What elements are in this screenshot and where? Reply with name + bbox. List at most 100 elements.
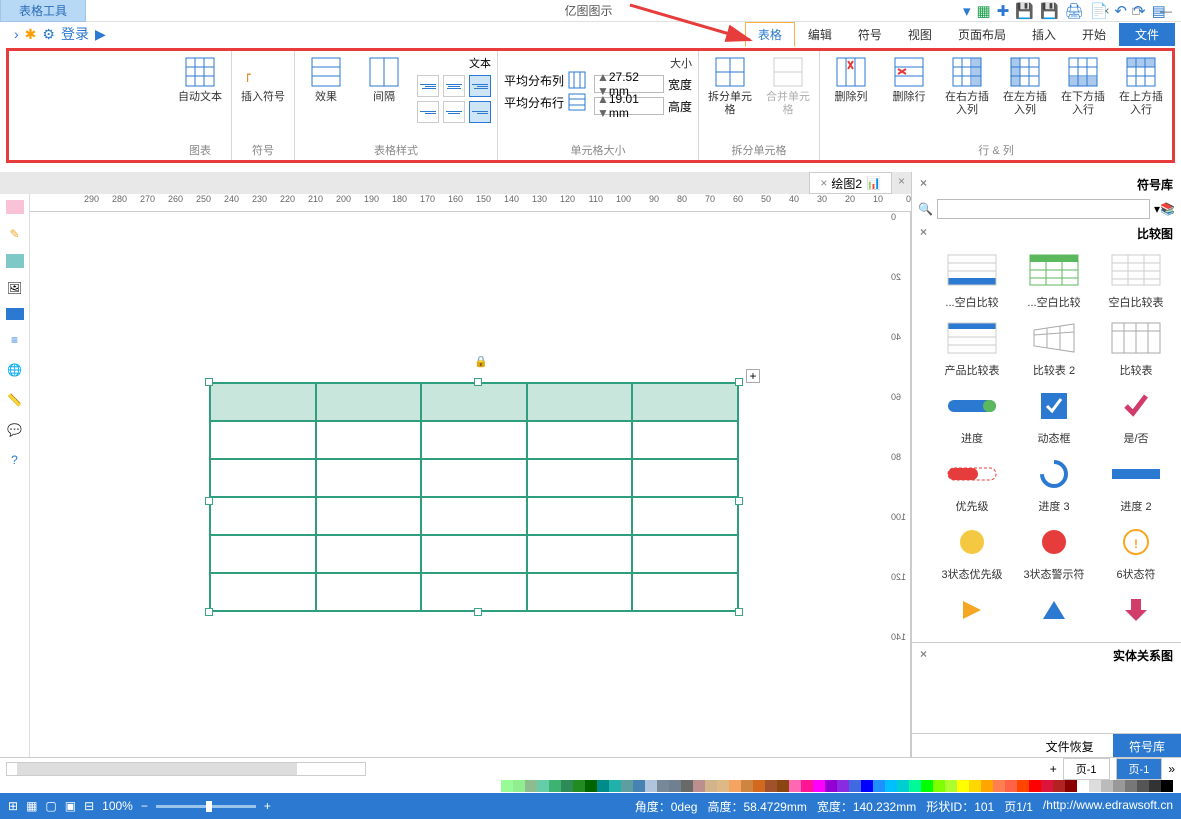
file-menu[interactable]: 文件: [1119, 23, 1175, 46]
tool-list[interactable]: ≡: [5, 330, 25, 350]
tool-globe[interactable]: 🌐: [5, 360, 25, 380]
tab-edit[interactable]: 编辑: [795, 22, 845, 47]
split-cells[interactable]: 拆分单元格: [705, 55, 755, 117]
effect[interactable]: 效果: [301, 55, 351, 104]
qa-more[interactable]: ▤: [1152, 2, 1166, 20]
tool-rect[interactable]: [6, 254, 24, 268]
doc-tab[interactable]: 📊绘图2×: [809, 172, 892, 194]
shape-item[interactable]: 动态框: [1013, 386, 1095, 446]
tool-line[interactable]: 📏: [5, 390, 25, 410]
shape-item[interactable]: 空白比较...: [931, 250, 1013, 310]
add-page-icon[interactable]: +: [1050, 762, 1057, 776]
tabs-close-icon[interactable]: ×: [892, 172, 911, 194]
insert-col-left[interactable]: 在左方插入列: [1000, 55, 1050, 117]
tab-insert[interactable]: 插入: [1019, 22, 1069, 47]
shape-item[interactable]: !6状态符: [1095, 522, 1177, 582]
align-mc[interactable]: [443, 101, 465, 123]
shape-item[interactable]: 空白比较...: [1013, 250, 1095, 310]
tool-image[interactable]: 🖼: [5, 278, 25, 298]
qat-gear-icon[interactable]: ⚙: [42, 26, 55, 43]
tool-pen[interactable]: ✎: [5, 224, 25, 244]
zoom-in[interactable]: +: [264, 799, 271, 813]
shape-item[interactable]: 优先级: [931, 454, 1013, 514]
shape-item[interactable]: 比较表: [1095, 318, 1177, 378]
shape-item[interactable]: 3状态优先级: [931, 522, 1013, 582]
merge-cells[interactable]: 合并单元格: [763, 55, 813, 117]
tab-symbol[interactable]: 符号: [845, 22, 895, 47]
page-tab[interactable]: 页-1: [1063, 758, 1110, 780]
zoom-out[interactable]: −: [141, 799, 148, 813]
library-icon[interactable]: 📚▾: [1154, 202, 1175, 216]
panel-close-icon[interactable]: ×: [920, 176, 927, 190]
tool-chat[interactable]: 💬: [5, 420, 25, 440]
align-tr[interactable]: [417, 75, 439, 97]
page-tabs: « 页-1 页-1 +: [0, 757, 1181, 779]
footer-tab-recovery[interactable]: 文件恢复: [1030, 734, 1110, 759]
width-input[interactable]: ▲▼27.52 mm: [594, 75, 664, 93]
delete-row[interactable]: 删除行: [884, 55, 934, 104]
page-chevron-icon[interactable]: «: [1168, 762, 1175, 776]
tool-pointer[interactable]: [6, 200, 24, 214]
align-mr[interactable]: [417, 101, 439, 123]
qa-print[interactable]: 🖨: [1065, 2, 1084, 20]
qa-saveas[interactable]: 💾: [1040, 2, 1059, 20]
shape-item[interactable]: [1095, 590, 1177, 630]
section-close-icon[interactable]: ×: [920, 647, 927, 661]
distribute-cols[interactable]: 平均分布列: [504, 71, 586, 89]
qat-play-icon[interactable]: ▶: [95, 26, 106, 43]
grid-icon[interactable]: ⊞: [8, 799, 18, 813]
delete-col[interactable]: 删除列: [826, 55, 876, 104]
insert-row-above[interactable]: 在上方插入行: [1116, 55, 1166, 117]
insert-col-right[interactable]: 在右方插入列: [942, 55, 992, 117]
qa-open[interactable]: ✚: [997, 2, 1010, 20]
page-icon[interactable]: ▢: [45, 799, 56, 813]
shape-item[interactable]: [931, 590, 1013, 630]
layout-icon[interactable]: ⊟: [84, 799, 94, 813]
qa-save[interactable]: 💾: [1015, 2, 1034, 20]
qa-new[interactable]: ▦: [977, 2, 991, 20]
tab-home[interactable]: 开始: [1069, 22, 1119, 47]
height-input[interactable]: ▲▼19.01 mm: [594, 97, 664, 115]
footer-tab-symbols[interactable]: 符号库: [1113, 734, 1181, 759]
align-ml[interactable]: [469, 101, 491, 123]
auto-text[interactable]: 自动文本: [175, 55, 225, 104]
qa-icon[interactable]: ▾: [963, 2, 971, 20]
tool-help[interactable]: ?: [5, 450, 25, 470]
qa-redo[interactable]: ↷: [1133, 2, 1146, 20]
color-palette[interactable]: [0, 779, 1181, 793]
tab-view[interactable]: 视图: [895, 22, 945, 47]
insert-symbol[interactable]: T插入符号: [238, 55, 288, 104]
insert-row-below[interactable]: 在下方插入行: [1058, 55, 1108, 117]
qat-color-icon[interactable]: ✱: [25, 26, 37, 43]
shape-item[interactable]: 进度 2: [1095, 454, 1177, 514]
shape-item[interactable]: [1013, 590, 1095, 630]
shape-item[interactable]: 进度 3: [1013, 454, 1095, 514]
section-close-icon[interactable]: ×: [920, 225, 927, 239]
shape-item[interactable]: 比较表 2: [1013, 318, 1095, 378]
spacing[interactable]: 间隔: [359, 55, 409, 104]
tool-text[interactable]: [6, 308, 24, 320]
align-tl[interactable]: [469, 75, 491, 97]
view-icon[interactable]: ▦: [26, 799, 37, 813]
table-shape[interactable]: 🔒 +: [209, 382, 739, 612]
canvas[interactable]: 🔒 +: [30, 212, 889, 759]
h-scrollbar[interactable]: [6, 762, 366, 776]
shape-item[interactable]: 产品比较表: [931, 318, 1013, 378]
shape-item[interactable]: 空白比较表: [1095, 250, 1177, 310]
qat-chevron-icon[interactable]: ›: [14, 26, 19, 42]
zoom-slider[interactable]: [156, 805, 256, 808]
qa-pdf[interactable]: 📄: [1090, 2, 1109, 20]
align-tc[interactable]: [443, 75, 465, 97]
shape-item[interactable]: 是/否: [1095, 386, 1177, 446]
shape-item[interactable]: 3状态警示符: [1013, 522, 1095, 582]
shape-item[interactable]: 进度: [931, 386, 1013, 446]
search-input[interactable]: [937, 199, 1150, 219]
page-tab[interactable]: 页-1: [1116, 758, 1163, 780]
tab-table[interactable]: 表格: [745, 22, 795, 47]
qat-login[interactable]: 登录: [61, 24, 89, 44]
fit-icon[interactable]: ▣: [65, 799, 76, 813]
qa-undo[interactable]: ↶: [1114, 2, 1127, 20]
distribute-rows[interactable]: 平均分布行: [504, 93, 586, 111]
search-icon[interactable]: 🔍: [918, 202, 933, 216]
tab-layout[interactable]: 页面布局: [945, 22, 1019, 47]
